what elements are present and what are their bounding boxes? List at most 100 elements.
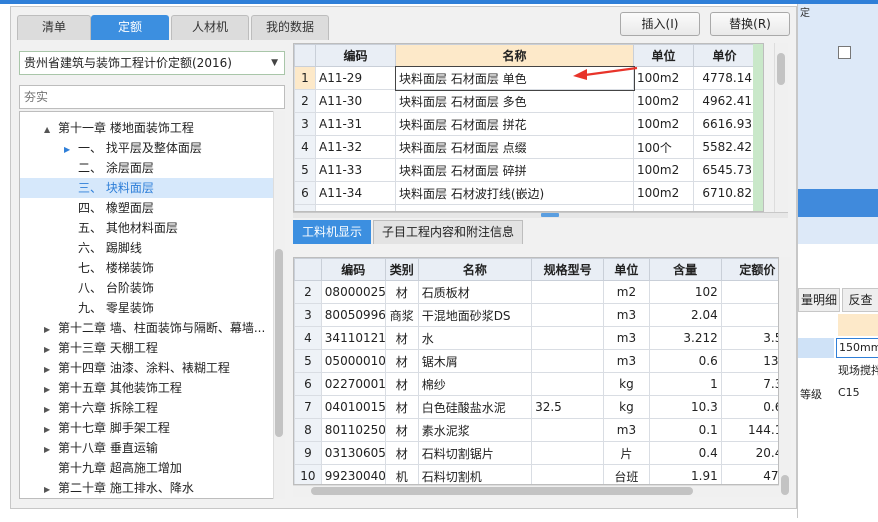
tab-my-data[interactable]: 我的数据 <box>251 15 329 40</box>
tree-node[interactable]: 五、 其他材料面层 <box>20 218 274 238</box>
replace-button[interactable]: 替换(R) <box>710 12 790 36</box>
material-cell-code[interactable]: 80050996 <box>320 303 386 327</box>
tree-node[interactable]: ▶ 第十四章 油漆、涂料、裱糊工程 <box>20 358 274 378</box>
material-col-name[interactable]: 名称 <box>417 258 533 281</box>
material-cell-name[interactable]: 素水泥浆 <box>417 418 533 442</box>
material-cell-spec[interactable] <box>531 464 605 484</box>
material-cell-cat[interactable]: 材 <box>384 349 419 373</box>
background-tab-reverse[interactable]: 反查 <box>842 288 878 312</box>
material-cell-spec[interactable] <box>531 418 605 442</box>
material-cell-n[interactable]: 2 <box>294 280 322 304</box>
tree-node[interactable]: ▶ 一、 找平层及整体面层 <box>20 138 274 158</box>
tree-node[interactable]: ▶ 第十三章 天棚工程 <box>20 338 274 358</box>
quota-row[interactable]: 1 A11-29 块料面层 石材面层 单色 100m2 4778.14 <box>294 65 756 91</box>
search-input[interactable] <box>19 85 285 109</box>
material-row[interactable]: 880110250材素水泥浆 m30.1144.12 <box>294 418 778 442</box>
material-cell-price[interactable]: 0 <box>720 280 778 304</box>
quota-cell-unit[interactable]: 100m2 <box>633 181 694 205</box>
material-row[interactable]: 602270001材棉纱 kg17.32 <box>294 372 778 396</box>
quota-cell-code[interactable]: A11-30 <box>315 89 396 113</box>
material-table-hscrollbar-thumb[interactable] <box>311 487 693 495</box>
quota-cell-code[interactable]: A11-31 <box>315 112 396 136</box>
material-cell-n[interactable]: 7 <box>294 395 322 419</box>
quota-cell-n[interactable]: 2 <box>294 89 316 113</box>
material-cell-code[interactable]: 02270001 <box>320 372 386 396</box>
material-cell-spec[interactable] <box>531 372 605 396</box>
quota-cell-code[interactable]: A11-32 <box>315 135 396 159</box>
background-checkbox[interactable] <box>838 46 851 59</box>
material-cell-cat[interactable]: 材 <box>384 326 419 350</box>
material-cell-n[interactable]: 4 <box>294 326 322 350</box>
quota-table-scrollbar-thumb[interactable] <box>777 53 785 85</box>
insert-button[interactable]: 插入(I) <box>620 12 700 36</box>
material-col-category[interactable]: 类别 <box>384 258 419 281</box>
tab-quota[interactable]: 定额 <box>91 15 169 40</box>
material-cell-qty[interactable]: 0.4 <box>648 441 722 465</box>
material-row[interactable]: 903130605材石料切割锯片 片0.420.43 <box>294 441 778 465</box>
expand-toggle-icon[interactable]: ▶ <box>44 400 58 420</box>
tree-node[interactable]: 六、 踢脚线 <box>20 238 274 258</box>
material-cell-price[interactable]: 20.43 <box>720 441 778 465</box>
quota-row[interactable]: 2 A11-30 块料面层 石材面层 多色 100m2 4962.41 <box>294 89 756 113</box>
quota-cell-n[interactable]: 4 <box>294 135 316 159</box>
material-cell-code[interactable]: 99230040 <box>320 464 386 484</box>
material-cell-n[interactable]: 3 <box>294 303 322 327</box>
material-cell-code[interactable]: 03130605 <box>320 441 386 465</box>
material-cell-name[interactable]: 棉纱 <box>417 372 533 396</box>
quota-cell-n[interactable]: 5 <box>294 158 316 182</box>
tree-node[interactable]: ▲ 第十一章 楼地面装饰工程 <box>20 118 274 138</box>
tab-bill[interactable]: 清单 <box>17 15 91 40</box>
quota-cell-unit[interactable]: 100个 <box>633 135 694 159</box>
material-cell-spec[interactable] <box>531 303 605 327</box>
quota-cell-name[interactable]: 块料面层 石材面层 碎拼 <box>395 158 634 182</box>
expand-toggle-icon[interactable]: ▶ <box>44 320 58 340</box>
material-cell-cat[interactable]: 材 <box>384 395 419 419</box>
tree-node[interactable]: 八、 台阶装饰 <box>20 278 274 298</box>
material-cell-cat[interactable]: 材 <box>384 372 419 396</box>
material-cell-unit[interactable]: m3 <box>603 349 650 373</box>
material-col-unit[interactable]: 单位 <box>603 258 650 281</box>
tab-material-display[interactable]: 工料机显示 <box>293 220 372 244</box>
material-cell-cat[interactable]: 材 <box>384 418 419 442</box>
quota-cell-n[interactable]: 6 <box>294 181 316 205</box>
expand-toggle-icon[interactable]: ▶ <box>44 360 58 380</box>
quota-cell-name[interactable]: 块料面层 石材波打线(嵌边) <box>395 181 634 205</box>
material-col-code[interactable]: 编码 <box>320 258 386 281</box>
tree-node[interactable]: 七、 楼梯装饰 <box>20 258 274 278</box>
material-cell-unit[interactable]: kg <box>603 372 650 396</box>
material-cell-code[interactable]: 05000010 <box>320 349 386 373</box>
quota-cell-unit[interactable]: 100m2 <box>633 112 694 136</box>
material-cell-cat[interactable]: 机 <box>384 464 419 484</box>
quota-cell-price[interactable]: 6616.93 <box>693 112 756 136</box>
material-cell-qty[interactable]: 10.3 <box>648 395 722 419</box>
material-cell-price[interactable]: 3.59 <box>720 326 778 350</box>
quota-cell-code[interactable]: A11-34 <box>315 181 396 205</box>
material-cell-price[interactable]: 7.32 <box>720 372 778 396</box>
quota-cell-price[interactable]: 4778.14 <box>693 66 756 90</box>
material-cell-n[interactable]: 6 <box>294 372 322 396</box>
expand-toggle-icon[interactable]: ▶ <box>44 380 58 400</box>
tree-node[interactable]: ▶ 第二十章 施工排水、降水 <box>20 478 274 498</box>
material-row[interactable]: 1099230040机石料切割机 台班1.9147.4 <box>294 464 778 484</box>
material-cell-cat[interactable]: 材 <box>384 441 419 465</box>
material-row[interactable]: 434110121材水 m33.2123.59 <box>294 326 778 350</box>
quota-row[interactable]: 4 A11-32 块料面层 石材面层 点缀 100个 5582.42 <box>294 135 756 159</box>
quota-cell-price[interactable]: 6710.82 <box>693 181 756 205</box>
material-cell-name[interactable]: 水 <box>417 326 533 350</box>
material-row[interactable]: 704010015材白色硅酸盐水泥32.5kg10.30.61 <box>294 395 778 419</box>
material-row[interactable]: 208000025材石质板材 m21020 <box>294 280 778 304</box>
material-cell-price[interactable]: 47.4 <box>720 464 778 484</box>
quota-cell-code[interactable]: A11-33 <box>315 158 396 182</box>
quota-row[interactable]: 3 A11-31 块料面层 石材面层 拼花 100m2 6616.93 <box>294 112 756 136</box>
expand-toggle-icon[interactable]: ▶ <box>44 480 58 498</box>
quota-cell-price[interactable]: 5582.42 <box>693 135 756 159</box>
quota-row[interactable]: 6 A11-34 块料面层 石材波打线(嵌边) 100m2 6710.82 <box>294 181 756 205</box>
material-table-vscrollbar-thumb[interactable] <box>781 475 789 495</box>
material-cell-unit[interactable]: m3 <box>603 303 650 327</box>
material-cell-code[interactable]: 08000025 <box>320 280 386 304</box>
material-cell-unit[interactable]: m2 <box>603 280 650 304</box>
material-cell-spec[interactable] <box>531 326 605 350</box>
material-cell-unit[interactable]: m3 <box>603 418 650 442</box>
quota-col-price[interactable]: 单价 <box>693 44 756 67</box>
material-cell-name[interactable]: 干混地面砂浆DS <box>417 303 533 327</box>
